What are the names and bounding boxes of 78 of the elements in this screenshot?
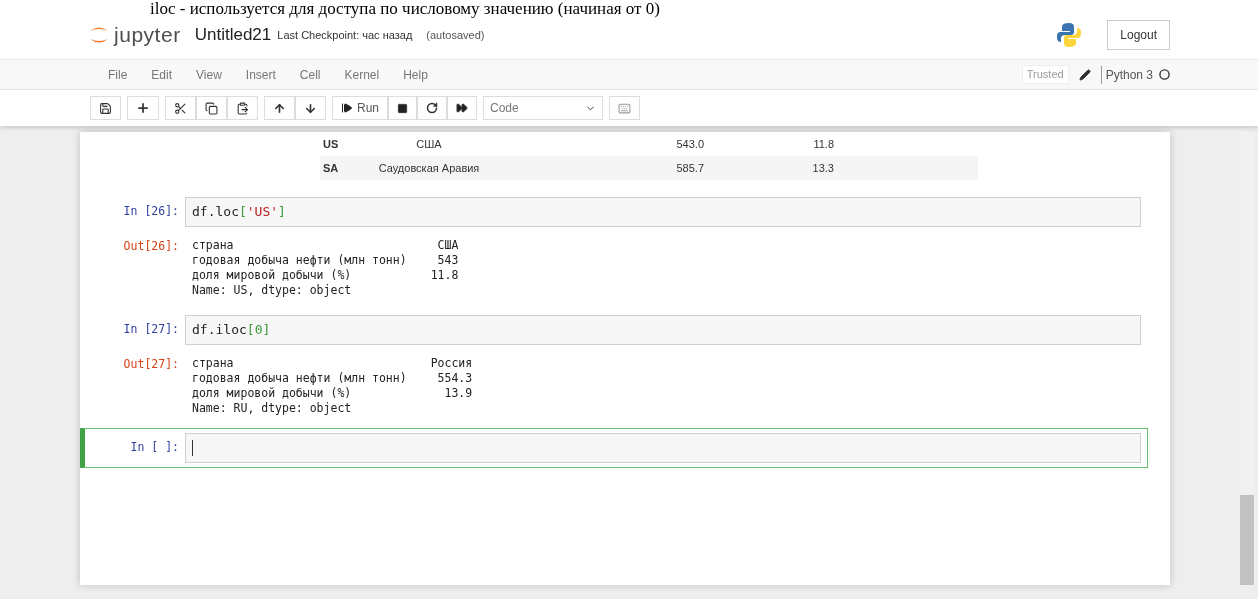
cell-type-select[interactable]: Code [483,96,603,120]
cut-button[interactable] [165,96,196,120]
table-cell-text: 11.8 [812,136,834,152]
input-prompt: In [26]: [122,203,180,221]
plus-icon [136,101,150,115]
copy-button[interactable] [196,96,227,120]
output-footer: Name: RU, dtype: object [192,401,473,416]
output-prompt: Out[26]: [122,238,180,255]
code-cell[interactable]: In [27]: df.iloc[0] [80,310,1148,350]
fast-forward-icon [456,102,468,114]
table-cell-text: США [415,136,443,152]
step-forward-icon [341,102,353,114]
notebook-name[interactable]: Untitled21 [194,22,272,48]
save-button[interactable] [90,96,121,120]
output-label: годовая добыча нефти (млн тонн) [192,371,407,386]
edit-pencil-icon[interactable] [1078,68,1091,81]
output-value: США [436,238,459,253]
menu-item[interactable]: Help [391,65,440,84]
copy-icon [205,101,218,115]
menu-item[interactable]: Kernel [332,65,392,84]
menu-item[interactable]: Cell [287,65,333,84]
python-logo-icon [1055,21,1084,49]
table-cell-text: 543.0 [675,136,704,152]
table-cell-text: 585.7 [675,160,704,176]
insert-cell-button[interactable] [127,96,159,120]
code-cell[interactable]: In [26]: df.loc['US'] [80,192,1148,232]
output-label: годовая добыча нефти (млн тонн) [192,253,407,268]
menu-item[interactable]: Edit [139,65,185,84]
kernel-idle-icon [1159,69,1170,80]
kernel-name: Python 3 [1100,65,1153,84]
input-prompt: In [ ]: [129,439,180,457]
output-value: 13.9 [443,386,473,401]
stop-button[interactable] [388,96,417,120]
output-label: страна [192,238,235,253]
jupyter-logo-text: jupyter [114,22,181,49]
input-prompt: In [27]: [122,321,180,339]
scissors-icon [174,101,187,115]
menu-item[interactable]: Insert [233,65,288,84]
autosave-status: (autosaved) [426,27,485,43]
output-footer: Name: US, dtype: object [192,283,459,298]
document-text: iloc - используется для доступа по числовому значению (начиная от 0) [149,0,661,18]
arrow-down-icon [304,101,317,115]
output-label: страна [192,356,235,371]
table-cell-text: Саудовская Аравия [377,160,481,176]
output-value: Россия [430,356,473,371]
output-value: 11.8 [430,268,459,283]
square-icon [397,102,408,114]
restart-icon [426,102,438,114]
code-input-field[interactable]: df.loc['US'] [185,197,1141,227]
move-down-button[interactable] [295,96,326,120]
checkpoint-status: Last Checkpoint: час назад [277,27,413,43]
code-input-field[interactable]: df.iloc[0] [185,315,1141,345]
logout-button[interactable]: Logout [1107,20,1170,50]
paste-button[interactable] [227,96,258,120]
clipboard-icon [236,101,249,115]
restart-button[interactable] [417,96,447,120]
menu-item[interactable]: File [96,65,140,84]
run-button[interactable]: Run [332,96,388,120]
row-index: SA [322,160,340,176]
output-prompt: Out[27]: [122,356,180,373]
save-icon [99,101,112,115]
output-label: доля мировой добычи (%) [192,268,353,283]
text-cursor-icon [192,440,193,456]
run-all-button[interactable] [447,96,477,120]
arrow-up-icon [273,101,286,115]
code-cell[interactable]: In [ ]: [80,428,1148,468]
menu-item[interactable]: View [184,65,234,84]
trusted-indicator[interactable]: Trusted [1021,65,1069,84]
move-up-button[interactable] [264,96,295,120]
output-value: 543 [436,253,459,268]
row-index: US [322,136,340,152]
output-value: 554.3 [436,371,473,386]
code-line: df.loc['US'] [192,203,286,222]
keyboard-icon [618,101,631,115]
code-input-field[interactable] [185,433,1141,463]
output-label: доля мировой добычи (%) [192,386,353,401]
code-line: df.iloc[0] [192,321,271,340]
table-cell-text: 13.3 [811,160,834,176]
